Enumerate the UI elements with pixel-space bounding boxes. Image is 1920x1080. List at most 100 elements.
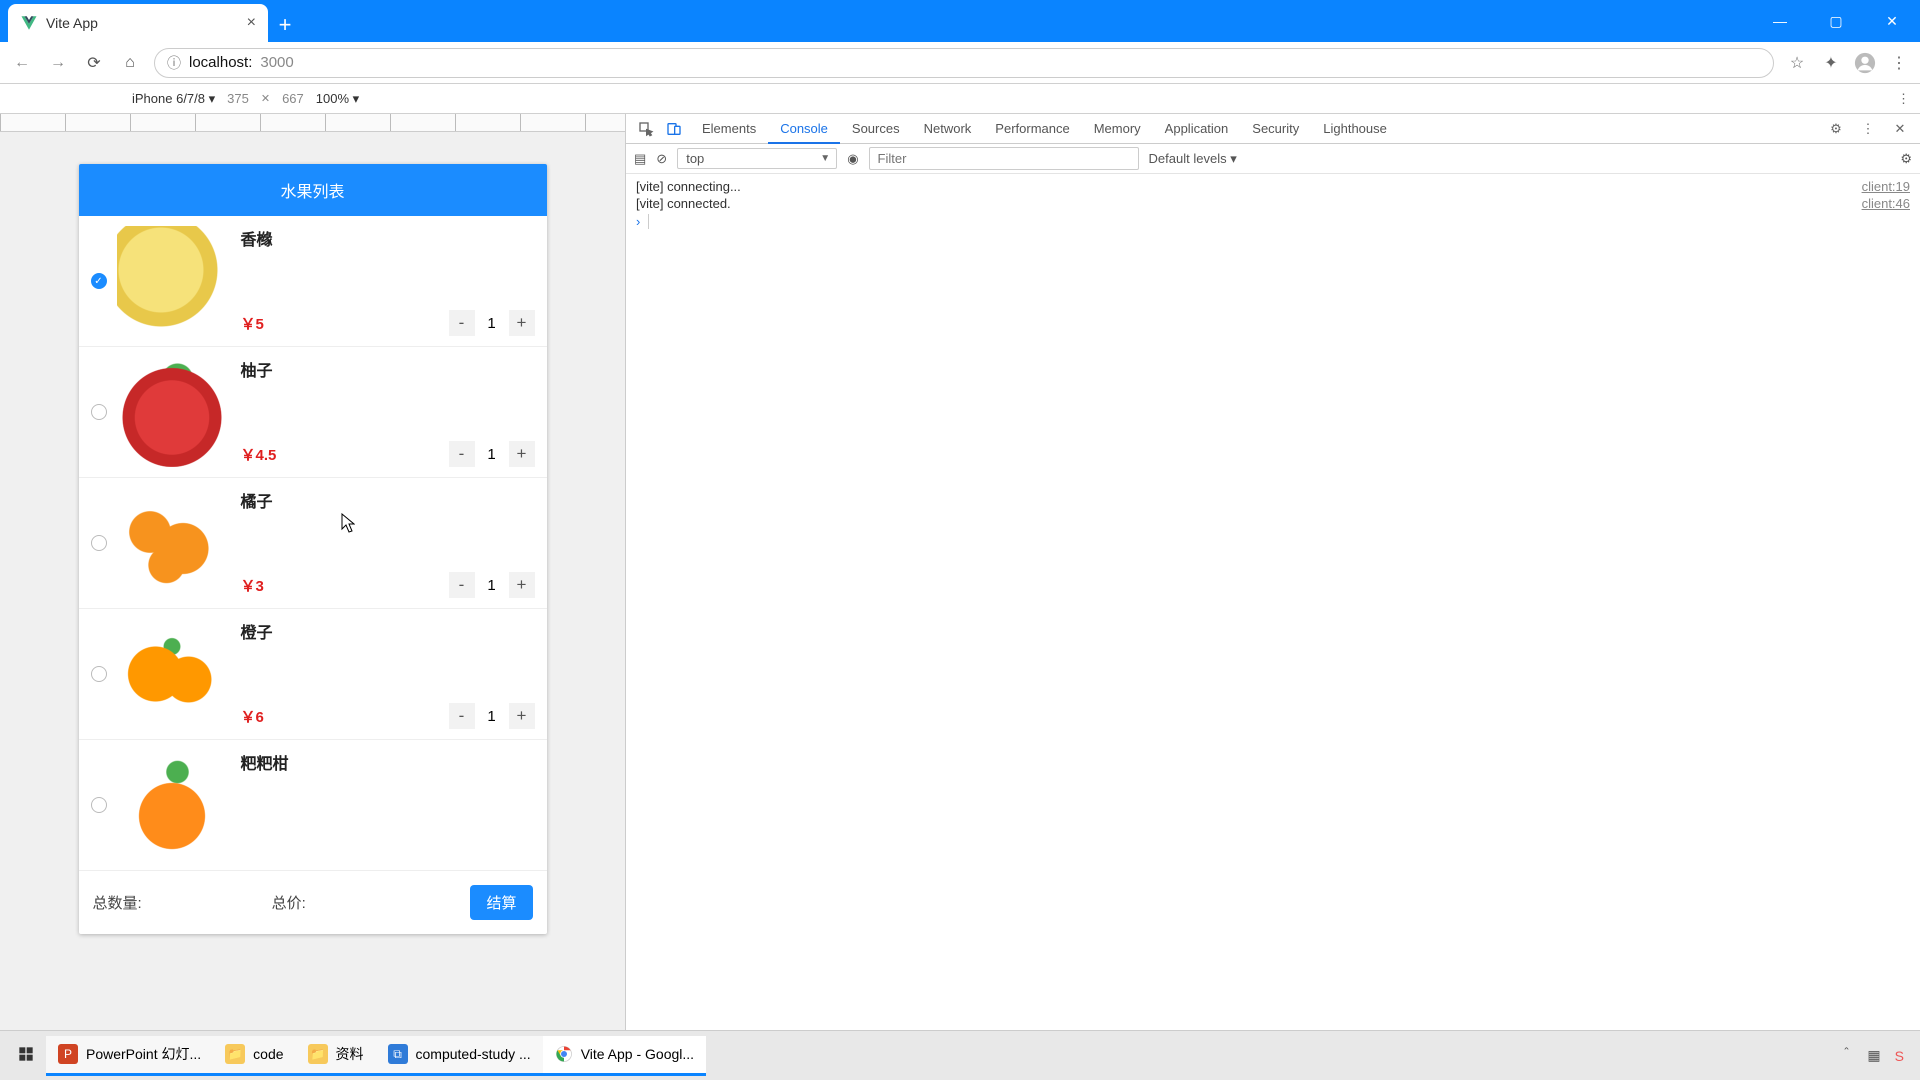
prompt-caret-icon: ›: [636, 214, 640, 229]
item-name: 粑粑柑: [241, 750, 535, 774]
console-filter-input[interactable]: [869, 147, 1139, 170]
device-options-icon[interactable]: ⋮: [1897, 91, 1910, 107]
qty-minus-button[interactable]: -: [449, 703, 475, 729]
devtools-tab-memory[interactable]: Memory: [1082, 114, 1153, 144]
minimize-button[interactable]: ―: [1752, 0, 1808, 42]
devtools-tab-lighthouse[interactable]: Lighthouse: [1311, 114, 1399, 144]
fruit-list[interactable]: ✓香橼￥5-1+柚子￥4.5-1+橘子￥3-1+橙子￥6-1+粑粑柑: [79, 216, 547, 870]
qty-plus-button[interactable]: +: [509, 703, 535, 729]
chrome-titlebar: Vite App × + ― ▢ ✕: [0, 0, 1920, 42]
item-price: ￥5: [241, 313, 264, 334]
start-button[interactable]: [6, 1036, 46, 1076]
tray-chevron-icon[interactable]: ＾: [1839, 1046, 1853, 1066]
item-checkbox[interactable]: [91, 535, 107, 551]
item-name: 橙子: [241, 619, 535, 643]
tray-app-icon[interactable]: ▦: [1867, 1047, 1880, 1064]
device-mode-bar: iPhone 6/7/8 ▾ 375 ✕ 667 100% ▾ ⋮: [0, 84, 1920, 114]
fruit-item: 粑粑柑: [79, 740, 547, 870]
devtools-tab-sources[interactable]: Sources: [840, 114, 912, 144]
taskbar-item[interactable]: PPowerPoint 幻灯...: [46, 1036, 213, 1076]
live-expression-icon[interactable]: ◉: [847, 151, 858, 167]
log-source-link[interactable]: client:19: [1862, 179, 1910, 194]
log-levels-selector[interactable]: Default levels ▾: [1149, 151, 1237, 167]
clear-console-icon[interactable]: ⊘: [656, 151, 667, 167]
log-message: [vite] connecting...: [636, 179, 1862, 194]
taskbar-label: Vite App - Googl...: [581, 1046, 694, 1062]
item-checkbox[interactable]: [91, 404, 107, 420]
total-qty-label: 总数量:: [93, 892, 142, 913]
taskbar-label: PowerPoint 幻灯...: [86, 1044, 201, 1064]
item-checkbox[interactable]: ✓: [91, 273, 107, 289]
devtools-tab-elements[interactable]: Elements: [690, 114, 768, 144]
bookmark-star-icon[interactable]: ☆: [1786, 52, 1808, 74]
chrome-menu-icon[interactable]: ⋮: [1888, 52, 1910, 74]
devtools-tab-console[interactable]: Console: [768, 114, 840, 144]
taskbar-item[interactable]: 📁资料: [296, 1036, 376, 1076]
forward-button[interactable]: →: [46, 51, 70, 75]
item-checkbox[interactable]: [91, 797, 107, 813]
item-name: 柚子: [241, 357, 535, 381]
qty-minus-button[interactable]: -: [449, 310, 475, 336]
qty-minus-button[interactable]: -: [449, 572, 475, 598]
qty-stepper: -1+: [449, 703, 535, 729]
devtools-settings-icon[interactable]: ⚙: [1824, 117, 1848, 141]
system-tray[interactable]: ＾ ▦ S: [1839, 1046, 1914, 1066]
devtools-tab-security[interactable]: Security: [1240, 114, 1311, 144]
fruit-item: 橙子 ￥6 -1+: [79, 609, 547, 740]
device-height[interactable]: 667: [282, 91, 304, 106]
devtools-tab-application[interactable]: Application: [1153, 114, 1241, 144]
console-sidebar-toggle-icon[interactable]: ▤: [634, 151, 646, 167]
qty-plus-button[interactable]: +: [509, 441, 535, 467]
devtools-menu-icon[interactable]: ⋮: [1856, 117, 1880, 141]
home-button[interactable]: ⌂: [118, 51, 142, 75]
fruit-item: ✓香橼￥5-1+: [79, 216, 547, 347]
tab-close-icon[interactable]: ×: [247, 14, 256, 32]
console-log-area[interactable]: [vite] connecting...client:19[vite] conn…: [626, 174, 1920, 1030]
qty-plus-button[interactable]: +: [509, 572, 535, 598]
url-port: 3000: [260, 54, 293, 71]
item-thumbnail: [117, 226, 227, 336]
address-bar[interactable]: ⓘ localhost: 3000: [154, 48, 1774, 78]
tray-ime-icon[interactable]: S: [1895, 1048, 1904, 1064]
devtools-close-icon[interactable]: ✕: [1888, 117, 1912, 141]
url-host: localhost:: [189, 54, 252, 71]
execution-context-selector[interactable]: top: [677, 148, 837, 169]
viewport-ruler: [0, 114, 625, 132]
maximize-button[interactable]: ▢: [1808, 0, 1864, 42]
total-price-label: 总价:: [272, 892, 306, 913]
log-source-link[interactable]: client:46: [1862, 196, 1910, 211]
toggle-device-icon[interactable]: [662, 117, 686, 141]
console-log-line: [vite] connecting...client:19: [626, 178, 1920, 195]
extensions-icon[interactable]: ✦: [1820, 52, 1842, 74]
inspect-element-icon[interactable]: [634, 117, 658, 141]
devtools-tab-performance[interactable]: Performance: [983, 114, 1081, 144]
taskbar-item[interactable]: 📁code: [213, 1036, 295, 1076]
qty-minus-button[interactable]: -: [449, 441, 475, 467]
taskbar-item[interactable]: ⧉computed-study ...: [376, 1036, 543, 1076]
console-log-line: [vite] connected.client:46: [626, 195, 1920, 212]
vue-favicon-icon: [20, 14, 38, 32]
fruit-item: 橘子￥3-1+: [79, 478, 547, 609]
item-price: ￥6: [241, 706, 264, 727]
close-window-button[interactable]: ✕: [1864, 0, 1920, 42]
reload-button[interactable]: ⟳: [82, 51, 106, 75]
device-selector[interactable]: iPhone 6/7/8 ▾: [132, 91, 215, 107]
back-button[interactable]: ←: [10, 51, 34, 75]
checkout-button[interactable]: 结算: [470, 885, 532, 920]
qty-plus-button[interactable]: +: [509, 310, 535, 336]
app-frame: 水果列表 ✓香橼￥5-1+柚子￥4.5-1+橘子￥3-1+橙子￥6-1+粑粑柑 …: [79, 164, 547, 934]
site-info-icon[interactable]: ⓘ: [167, 53, 181, 73]
new-tab-button[interactable]: +: [268, 8, 302, 42]
browser-tab[interactable]: Vite App ×: [8, 4, 268, 42]
item-checkbox[interactable]: [91, 666, 107, 682]
profile-avatar-icon[interactable]: [1854, 52, 1876, 74]
zoom-selector[interactable]: 100% ▾: [316, 91, 359, 107]
console-input[interactable]: [648, 214, 1910, 229]
devtools-tab-network[interactable]: Network: [912, 114, 984, 144]
fruit-item: 柚子￥4.5-1+: [79, 347, 547, 478]
device-width[interactable]: 375: [227, 91, 249, 106]
taskbar-item[interactable]: Vite App - Googl...: [543, 1036, 706, 1076]
console-prompt[interactable]: ›: [626, 212, 1920, 231]
log-message: [vite] connected.: [636, 196, 1862, 211]
console-settings-icon[interactable]: ⚙: [1900, 151, 1912, 167]
